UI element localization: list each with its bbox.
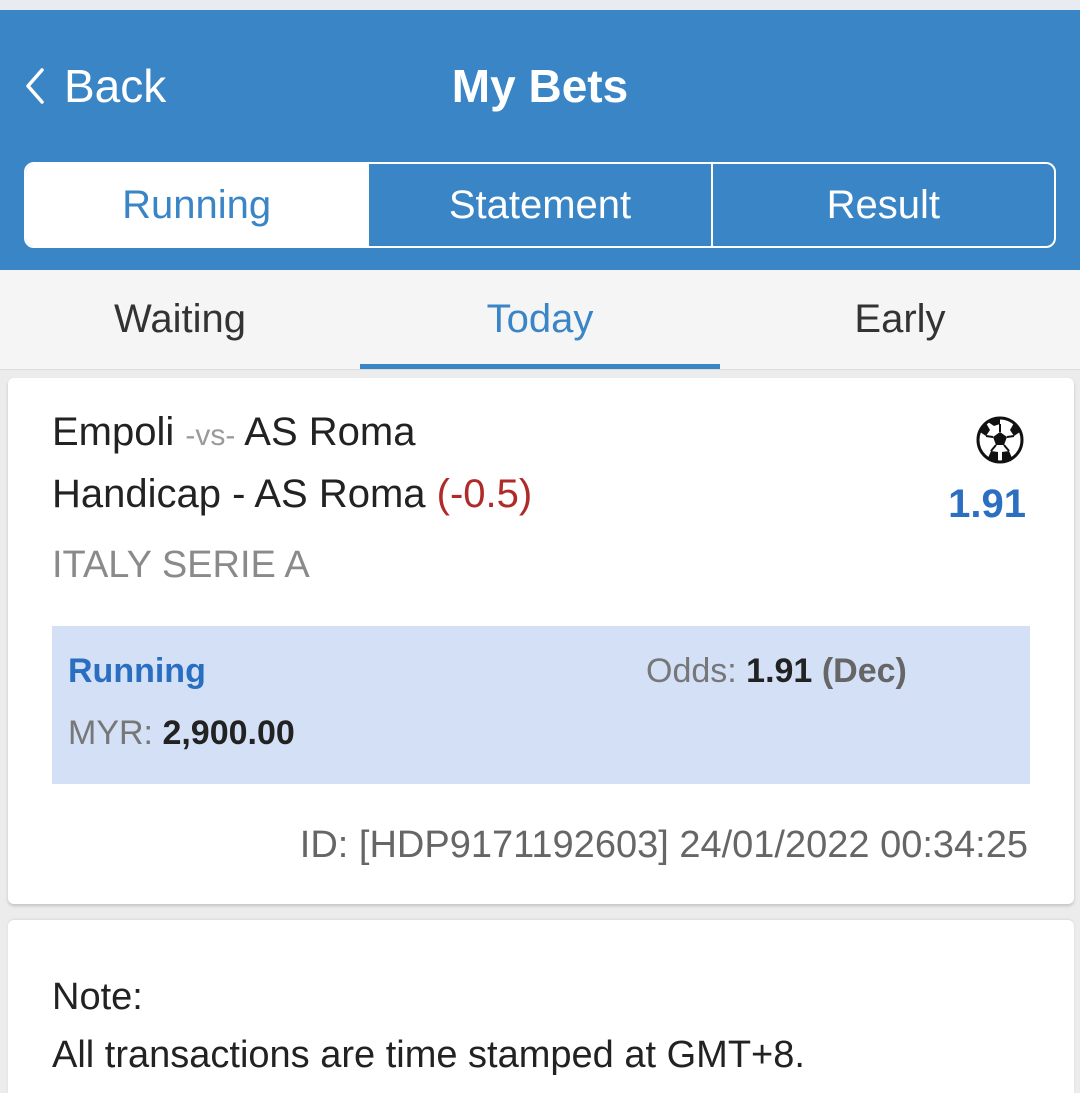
subtab-today[interactable]: Today: [360, 270, 720, 369]
tab-result[interactable]: Result: [710, 164, 1054, 246]
vs-label: -vs-: [185, 419, 236, 452]
soccer-ball-icon: [976, 416, 1024, 464]
tab-running[interactable]: Running: [26, 164, 368, 246]
header-bar: Back My Bets Running Statement Result: [0, 10, 1080, 270]
page-title: My Bets: [451, 60, 629, 112]
bet-id-timestamp: ID: [HDP9171192603] 24/01/2022 00:34:25: [299, 824, 1028, 866]
away-team: AS Roma: [244, 410, 416, 454]
status-badge: Running: [68, 652, 206, 690]
sub-tab-bar: Waiting Today Early: [0, 270, 1080, 370]
currency-label: MYR:: [68, 714, 153, 752]
stake-amount: 2,900.00: [162, 714, 295, 752]
league-name: ITALY SERIE A: [52, 544, 310, 586]
subtab-waiting[interactable]: Waiting: [0, 270, 360, 369]
odds-line: Odds: 1.91 (Dec): [646, 652, 907, 691]
bet-card[interactable]: Empoli -vs- AS Roma Handicap - AS Roma (…: [8, 378, 1074, 904]
note-title: Note:: [52, 976, 143, 1018]
handicap-value: (-0.5): [436, 472, 533, 516]
note-text: All transactions are time stamped at GMT…: [52, 1034, 805, 1076]
odds-value-large: 1.91: [948, 482, 1026, 526]
note-card: Note: All transactions are time stamped …: [8, 920, 1074, 1093]
stake-line: MYR: 2,900.00: [68, 714, 295, 753]
bet-market: Handicap - AS Roma (-0.5): [52, 472, 532, 517]
odds-label: Odds:: [646, 652, 737, 690]
subtab-early[interactable]: Early: [720, 270, 1080, 369]
status-strip: [0, 0, 1080, 10]
market-label: Handicap - AS Roma: [52, 472, 426, 516]
main-tab-group: Running Statement Result: [24, 162, 1056, 248]
odds-value: 1.91: [746, 652, 813, 690]
tab-statement[interactable]: Statement: [367, 164, 710, 246]
home-team: Empoli: [52, 410, 175, 454]
match-title: Empoli -vs- AS Roma: [52, 410, 415, 455]
odds-format: (Dec): [821, 652, 907, 690]
bet-status-box: Running Odds: 1.91 (Dec) MYR: 2,900.00: [52, 626, 1030, 784]
